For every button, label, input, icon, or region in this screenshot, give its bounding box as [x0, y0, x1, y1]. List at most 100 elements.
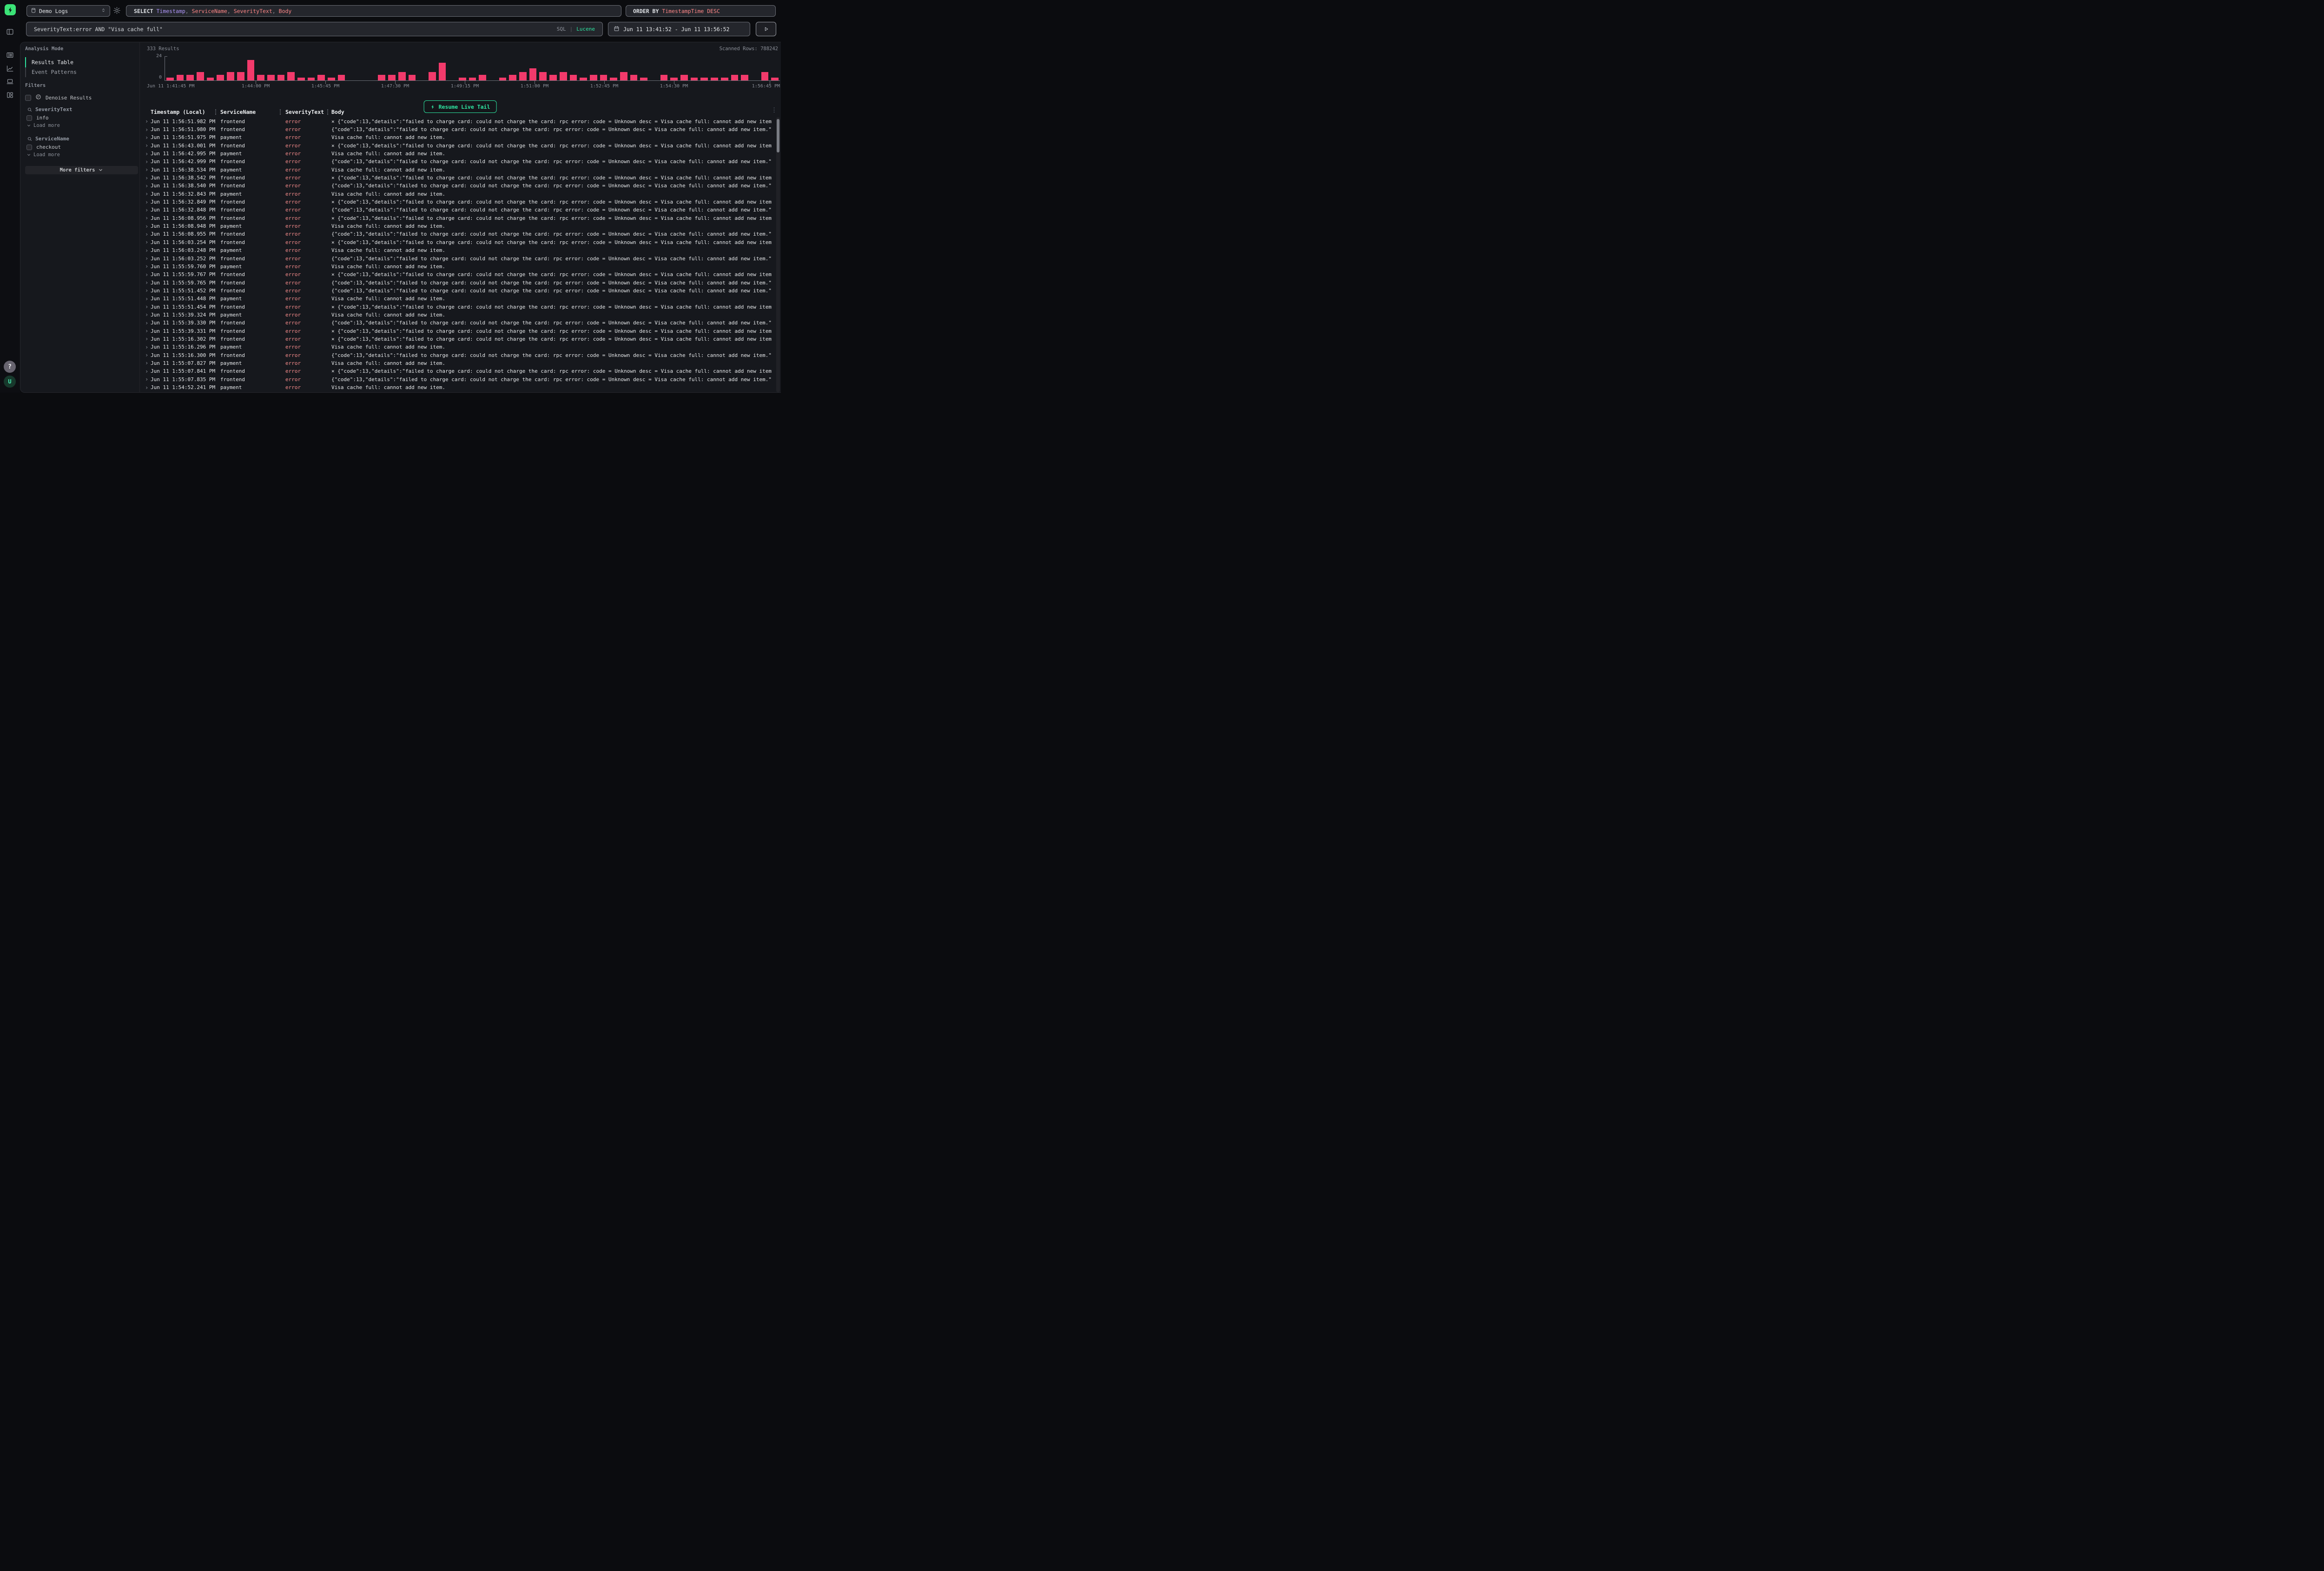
filter-option-checkout[interactable]: checkout	[26, 144, 61, 150]
log-row[interactable]: › Jun 11 1:56:32.848 PM frontend error {…	[139, 206, 781, 214]
histogram-bar[interactable]	[277, 75, 285, 80]
log-row[interactable]: › Jun 11 1:56:38.540 PM frontend error {…	[139, 182, 781, 190]
log-row[interactable]: › Jun 11 1:56:43.001 PM frontend error ×…	[139, 142, 781, 150]
histogram-bar[interactable]	[237, 72, 244, 80]
mode-toggle-lucene[interactable]: Lucene	[576, 26, 595, 32]
load-more-severitytext[interactable]: Load more	[26, 123, 60, 128]
log-row[interactable]: › Jun 11 1:55:51.452 PM frontend error {…	[139, 287, 781, 295]
histogram-bar[interactable]	[761, 72, 769, 80]
log-row[interactable]: › Jun 11 1:56:51.980 PM frontend error {…	[139, 125, 781, 133]
log-row[interactable]: › Jun 11 1:55:59.765 PM frontend error {…	[139, 278, 781, 286]
histogram-bar[interactable]	[630, 75, 638, 80]
histogram-bar[interactable]	[660, 75, 668, 80]
expand-row-icon[interactable]: ›	[145, 360, 151, 366]
log-row[interactable]: › Jun 11 1:55:39.331 PM frontend error ×…	[139, 327, 781, 335]
log-row[interactable]: › Jun 11 1:56:08.956 PM frontend error ×…	[139, 214, 781, 222]
expand-row-icon[interactable]: ›	[145, 207, 151, 213]
expand-row-icon[interactable]: ›	[145, 199, 151, 205]
log-row[interactable]: › Jun 11 1:56:32.843 PM payment error Vi…	[139, 190, 781, 198]
histogram-bar[interactable]	[267, 75, 275, 80]
search-icon[interactable]	[27, 136, 33, 142]
log-row[interactable]: › Jun 11 1:55:59.767 PM frontend error ×…	[139, 271, 781, 278]
histogram-bar[interactable]	[680, 75, 688, 80]
histogram-bar[interactable]	[227, 72, 234, 80]
column-resize-handle[interactable]	[327, 109, 328, 115]
log-row[interactable]: › Jun 11 1:55:07.835 PM frontend error {…	[139, 376, 781, 383]
denoise-checkbox[interactable]	[25, 95, 31, 101]
column-header-timestamp[interactable]: Timestamp (Local)	[151, 109, 220, 115]
log-row[interactable]: › Jun 11 1:55:16.300 PM frontend error {…	[139, 351, 781, 359]
expand-row-icon[interactable]: ›	[145, 352, 151, 358]
histogram-bar[interactable]	[217, 75, 224, 80]
expand-row-icon[interactable]: ›	[145, 311, 151, 318]
histogram-bar[interactable]	[509, 75, 516, 80]
histogram-bar[interactable]	[409, 75, 416, 80]
histogram-bar[interactable]	[529, 68, 537, 80]
histogram-bar[interactable]	[741, 75, 748, 80]
log-row[interactable]: › Jun 11 1:55:07.841 PM frontend error ×…	[139, 367, 781, 375]
user-avatar[interactable]: U	[4, 376, 16, 388]
search-query-input[interactable]: SeverityText:error AND "Visa cache full"…	[26, 22, 603, 36]
log-row[interactable]: › Jun 11 1:55:59.760 PM payment error Vi…	[139, 263, 781, 271]
search-icon[interactable]	[27, 107, 33, 112]
expand-row-icon[interactable]: ›	[145, 376, 151, 383]
log-row[interactable]: › Jun 11 1:56:03.252 PM frontend error {…	[139, 254, 781, 262]
column-header-servicename[interactable]: ServiceName	[220, 109, 285, 115]
load-more-servicename[interactable]: Load more	[26, 152, 60, 158]
expand-row-icon[interactable]: ›	[145, 344, 151, 350]
log-row[interactable]: › Jun 11 1:56:51.982 PM frontend error ×…	[139, 118, 781, 125]
denoise-label[interactable]: Denoise Results	[46, 95, 92, 101]
results-histogram[interactable]	[165, 59, 780, 80]
source-settings-button[interactable]	[113, 7, 121, 14]
time-range-picker[interactable]: Jun 11 13:41:52 - Jun 11 13:56:52	[608, 22, 750, 36]
log-row[interactable]: › Jun 11 1:56:42.995 PM payment error Vi…	[139, 150, 781, 158]
expand-row-icon[interactable]: ›	[145, 183, 151, 189]
expand-row-icon[interactable]: ›	[145, 166, 151, 173]
run-query-button[interactable]	[756, 22, 776, 36]
log-row[interactable]: › Jun 11 1:55:51.454 PM frontend error ×…	[139, 303, 781, 310]
expand-row-icon[interactable]: ›	[145, 368, 151, 375]
log-row[interactable]: › Jun 11 1:55:16.302 PM frontend error ×…	[139, 335, 781, 343]
histogram-bar[interactable]	[429, 72, 436, 80]
expand-row-icon[interactable]: ›	[145, 320, 151, 326]
histogram-bar[interactable]	[570, 75, 577, 80]
log-row[interactable]: › Jun 11 1:55:39.330 PM frontend error {…	[139, 319, 781, 327]
expand-row-icon[interactable]: ›	[145, 384, 151, 391]
chart-explorer-icon[interactable]	[6, 65, 14, 73]
table-options-icon[interactable]: ⋮	[771, 107, 777, 113]
expand-row-icon[interactable]: ›	[145, 296, 151, 302]
expand-row-icon[interactable]: ›	[145, 239, 151, 245]
log-row[interactable]: › Jun 11 1:56:03.248 PM payment error Vi…	[139, 246, 781, 254]
expand-row-icon[interactable]: ›	[145, 271, 151, 278]
histogram-bar[interactable]	[287, 72, 295, 80]
expand-row-icon[interactable]: ›	[145, 151, 151, 157]
log-row[interactable]: › Jun 11 1:56:03.254 PM frontend error ×…	[139, 238, 781, 246]
histogram-bar[interactable]	[590, 75, 597, 80]
expand-row-icon[interactable]: ›	[145, 247, 151, 254]
help-button[interactable]: ?	[4, 361, 16, 373]
histogram-bar[interactable]	[338, 75, 345, 80]
dashboards-icon[interactable]	[6, 91, 14, 99]
histogram-bar[interactable]	[247, 60, 255, 80]
histogram-bar[interactable]	[539, 72, 547, 80]
histogram-bar[interactable]	[731, 75, 739, 80]
histogram-bar[interactable]	[378, 75, 385, 80]
checkout-checkbox[interactable]	[26, 145, 32, 150]
search-logs-icon[interactable]	[6, 51, 14, 59]
order-by-editor[interactable]: ORDER BY TimestampTime DESC	[626, 5, 776, 17]
info-checkbox[interactable]	[26, 115, 32, 121]
histogram-bar[interactable]	[439, 63, 446, 80]
histogram-bar[interactable]	[398, 72, 406, 80]
log-row[interactable]: › Jun 11 1:56:32.849 PM frontend error ×…	[139, 198, 781, 206]
histogram-bar[interactable]	[197, 72, 204, 80]
tab-event-patterns[interactable]: Event Patterns	[25, 67, 127, 78]
histogram-bar[interactable]	[388, 75, 396, 80]
mode-toggle-sql[interactable]: SQL	[557, 26, 566, 32]
histogram-bar[interactable]	[177, 75, 184, 80]
expand-row-icon[interactable]: ›	[145, 118, 151, 125]
expand-row-icon[interactable]: ›	[145, 158, 151, 165]
log-row[interactable]: › Jun 11 1:55:39.324 PM payment error Vi…	[139, 311, 781, 319]
expand-row-icon[interactable]: ›	[145, 255, 151, 262]
log-row[interactable]: › Jun 11 1:56:38.542 PM frontend error ×…	[139, 174, 781, 182]
sessions-icon[interactable]	[6, 78, 14, 86]
